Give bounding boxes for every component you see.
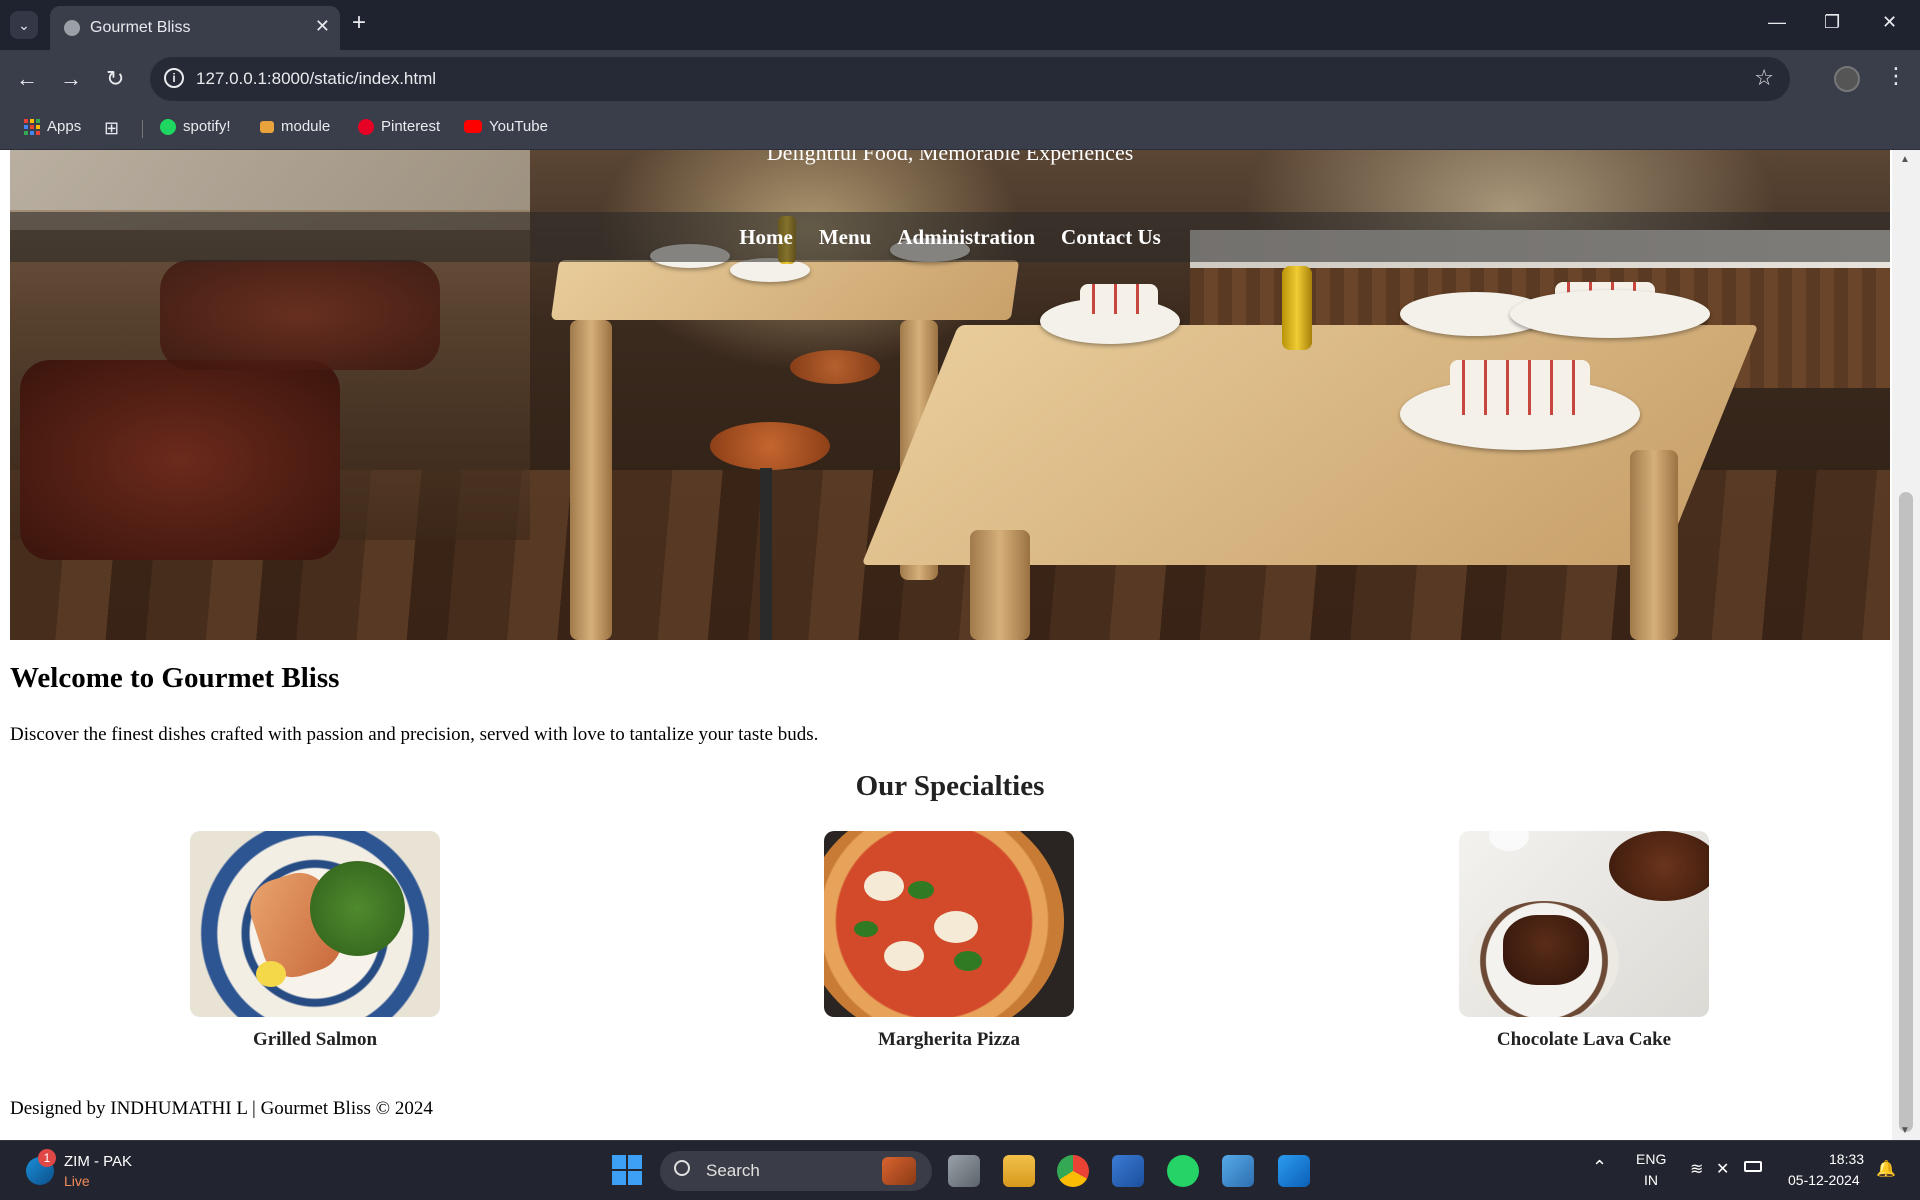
nav-administration[interactable]: Administration [897, 212, 1035, 262]
language-bottom[interactable]: IN [1644, 1172, 1658, 1188]
scroll-up-icon[interactable]: ▲ [1900, 154, 1910, 165]
hero-tagline: Delightful Food, Memorable Experiences [766, 150, 1134, 165]
minimize-icon[interactable]: — [1768, 12, 1786, 33]
pinterest-icon [358, 118, 374, 135]
chevron-up-icon[interactable]: ⌃ [1592, 1157, 1607, 1178]
windows-taskbar: 1 ZIM - PAK Live Search ⌃ ENG IN ≋ ✕ 18:… [0, 1140, 1920, 1200]
address-bar[interactable]: i 127.0.0.1:8000/static/index.html ☆ [150, 57, 1790, 101]
page-scrollbar[interactable]: ▲ ▼ [1892, 150, 1920, 1140]
back-icon[interactable]: ← [16, 66, 38, 92]
specialties-heading: Our Specialties [855, 770, 1045, 802]
page-viewport: Delightful Food, Memorable Experiences H… [0, 150, 1920, 1140]
search-highlight-icon [882, 1157, 916, 1185]
specialty-card-salmon: Grilled Salmon [190, 831, 440, 1051]
window-close-icon[interactable]: ✕ [1882, 12, 1897, 33]
vscode-icon[interactable] [1278, 1155, 1310, 1187]
youtube-icon [464, 120, 482, 133]
browser-titlebar: ⌄ Gourmet Bliss ✕ + — ❐ ✕ [0, 0, 1920, 50]
clock-date[interactable]: 05-12-2024 [1788, 1172, 1860, 1188]
bookmark-apps[interactable]: Apps [24, 118, 81, 135]
weather-widget[interactable]: 1 ZIM - PAK Live [22, 1149, 172, 1193]
tab-title: Gourmet Bliss [90, 19, 191, 36]
bookmark-star-icon[interactable]: ☆ [1754, 65, 1774, 91]
file-explorer-icon[interactable] [1003, 1155, 1035, 1187]
nav-home[interactable]: Home [739, 212, 793, 262]
search-icon [674, 1160, 690, 1176]
bookmark-spotify[interactable]: spotify! [160, 118, 231, 135]
weather-title: ZIM - PAK [64, 1153, 133, 1170]
salmon-image [190, 831, 440, 1017]
browser-tab[interactable]: Gourmet Bliss ✕ [50, 6, 340, 50]
whatsapp-icon[interactable] [1167, 1155, 1199, 1187]
page-footer: Designed by INDHUMATHI L | Gourmet Bliss… [10, 1098, 433, 1119]
browser-menu-icon[interactable]: ⋮ [1885, 63, 1907, 89]
wifi-icon[interactable]: ≋ [1690, 1159, 1703, 1179]
browser-toolbar: ← → ↻ i 127.0.0.1:8000/static/index.html… [0, 50, 1920, 108]
welcome-heading: Welcome to Gourmet Bliss [10, 662, 340, 694]
site-info-icon[interactable]: i [164, 68, 184, 88]
forward-icon[interactable]: → [60, 66, 82, 92]
notification-bell-icon[interactable]: 🔔 [1876, 1159, 1896, 1179]
bookmarks-bar: Apps ⊞ spotify! module Pinterest YouTube [0, 108, 1920, 150]
specialty-name: Chocolate Lava Cake [1496, 1029, 1672, 1050]
specialty-name: Margherita Pizza [878, 1029, 1020, 1050]
restore-icon[interactable]: ❐ [1824, 12, 1840, 33]
apps-grid-icon [24, 118, 40, 135]
specialty-name: Grilled Salmon [252, 1029, 378, 1050]
profile-avatar[interactable] [1834, 66, 1860, 92]
reload-icon[interactable]: ↻ [106, 66, 124, 92]
language-top[interactable]: ENG [1636, 1151, 1666, 1167]
documents-icon[interactable] [1112, 1155, 1144, 1187]
clock-time[interactable]: 18:33 [1829, 1151, 1864, 1167]
nav-menu[interactable]: Menu [819, 212, 872, 262]
weather-sub: Live [64, 1173, 90, 1189]
tab-list-button[interactable]: ⌄ [10, 11, 38, 39]
specialty-card-pizza: Margherita Pizza [824, 831, 1074, 1051]
chrome-icon[interactable] [1057, 1155, 1089, 1187]
task-view-icon[interactable] [948, 1155, 980, 1187]
volume-muted-icon[interactable]: ✕ [1716, 1159, 1729, 1179]
main-nav: Home Menu Administration Contact Us [10, 212, 1890, 262]
bookmarks-divider [142, 120, 143, 138]
bookmark-label: YouTube [489, 118, 548, 135]
weather-badge: 1 [38, 1149, 56, 1167]
intro-text: Discover the finest dishes crafted with … [10, 724, 819, 745]
app-window-icon[interactable] [1222, 1155, 1254, 1187]
start-button[interactable] [612, 1155, 642, 1185]
specialty-card-lava-cake: Chocolate Lava Cake [1459, 831, 1709, 1051]
close-tab-icon[interactable]: ✕ [315, 16, 330, 37]
globe-icon [64, 20, 80, 36]
search-label: Search [706, 1161, 760, 1180]
hero-image: Delightful Food, Memorable Experiences H… [10, 150, 1890, 640]
bookmark-label: spotify! [183, 118, 231, 135]
scroll-down-icon[interactable]: ▼ [1900, 1125, 1910, 1136]
taskbar-search[interactable]: Search [660, 1151, 932, 1191]
scroll-thumb[interactable] [1899, 492, 1913, 1132]
tab-groups-icon[interactable]: ⊞ [104, 118, 119, 139]
spotify-icon [160, 118, 176, 135]
lava-cake-image [1459, 831, 1709, 1017]
nav-contact-us[interactable]: Contact Us [1061, 212, 1161, 262]
address-url[interactable]: 127.0.0.1:8000/static/index.html [196, 69, 436, 89]
new-tab-button[interactable]: + [352, 9, 366, 37]
bookmark-pinterest[interactable]: Pinterest [358, 118, 440, 135]
battery-icon[interactable] [1744, 1161, 1762, 1172]
bookmark-label: module [281, 118, 331, 135]
bookmark-youtube[interactable]: YouTube [464, 118, 548, 135]
bookmark-label: Apps [47, 118, 82, 135]
pizza-image [824, 831, 1074, 1017]
bookmark-label: Pinterest [381, 118, 441, 135]
module-icon [260, 120, 274, 133]
bookmark-module[interactable]: module [260, 118, 330, 135]
